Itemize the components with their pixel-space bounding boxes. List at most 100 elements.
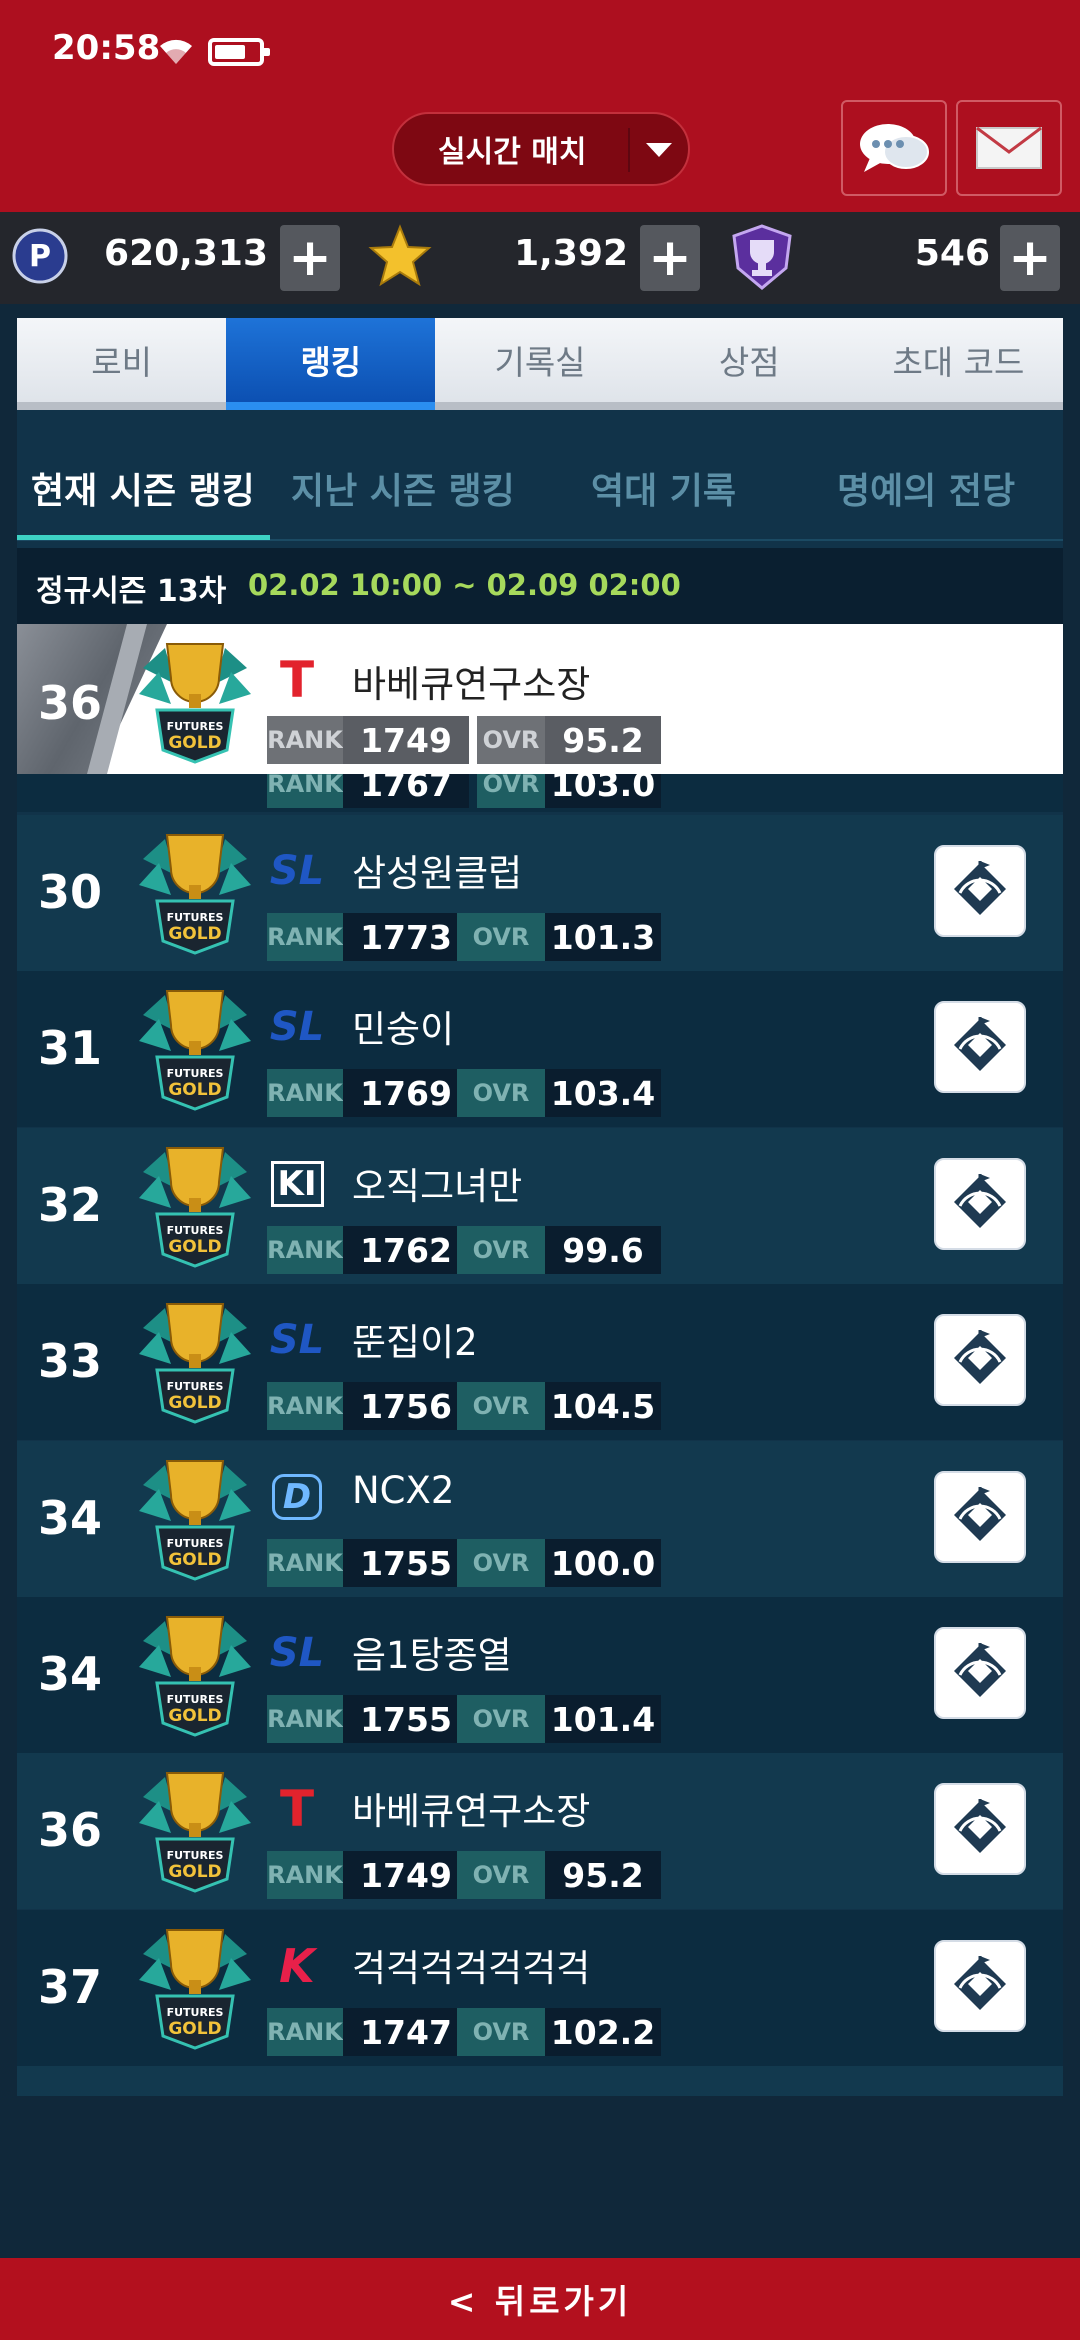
my-ovr-label: OVR xyxy=(477,716,545,764)
view-lineup-button[interactable] xyxy=(934,1940,1026,2032)
tab-shop[interactable]: 상점 xyxy=(644,318,854,410)
rank-place: 37 xyxy=(37,1960,102,2014)
stars-value: 1,392 xyxy=(514,233,628,274)
wifi-icon xyxy=(156,34,196,70)
my-player-name: 바베큐연구소장 xyxy=(352,663,591,706)
svg-text:FUTURES: FUTURES xyxy=(167,911,224,924)
ranking-row[interactable]: 37 FUTURES GOLD K 걱걱걱걱걱걱걱 RANK 1747 OVR 102.2 xyxy=(17,1910,1063,2066)
svg-text:FUTURES: FUTURES xyxy=(167,1224,224,1237)
svg-text:P: P xyxy=(29,239,51,274)
ovr-label: OVR xyxy=(457,1539,545,1587)
add-stars-button[interactable]: + xyxy=(640,225,700,291)
ovr-value: 104.5 xyxy=(545,1382,661,1430)
chevron-down-icon xyxy=(646,143,672,157)
ranking-row[interactable]: 33 FUTURES GOLD SL 뚠집이2 RANK 1756 OVR 104.5 xyxy=(17,1284,1063,1440)
main-tabs: 로비 랭킹 기록실 상점 초대 코드 xyxy=(17,318,1064,410)
chat-button[interactable] xyxy=(841,100,947,196)
view-lineup-button[interactable] xyxy=(934,1158,1026,1250)
ranking-row[interactable]: 34 FUTURES GOLD D NCX2 RANK 1755 OVR 100.0 xyxy=(17,1441,1063,1597)
rank-label: RANK xyxy=(267,1695,343,1743)
rank-value: 1749 xyxy=(343,1851,469,1899)
baseball-field-icon xyxy=(948,1013,1012,1081)
subtab-current-season[interactable]: 현재 시즌 랭킹 xyxy=(31,462,255,514)
svg-text:GOLD: GOLD xyxy=(168,1862,221,1882)
chat-icon xyxy=(860,124,929,172)
my-ovr-value: 95.2 xyxy=(545,716,661,764)
view-lineup-button[interactable] xyxy=(934,1001,1026,1093)
ranking-row[interactable]: 34 FUTURES GOLD SL 음1탕종열 RANK 1755 OVR 101.4 xyxy=(17,1597,1063,1753)
rank-value: 1762 xyxy=(343,1226,469,1274)
svg-text:GOLD: GOLD xyxy=(168,2019,221,2039)
rank-place: 34 xyxy=(37,1647,102,1701)
subtab-all-time[interactable]: 역대 기록 xyxy=(591,462,736,514)
svg-text:FUTURES: FUTURES xyxy=(167,1693,224,1706)
svg-text:GOLD: GOLD xyxy=(168,733,221,753)
rank-value: 1773 xyxy=(343,913,469,961)
ranking-row[interactable]: 31 FUTURES GOLD SL 민숭이 RANK 1769 OVR 103.4 xyxy=(17,971,1063,1127)
baseball-field-icon xyxy=(948,857,1012,925)
svg-text:GOLD: GOLD xyxy=(168,1237,221,1257)
back-button[interactable]: < 뒤로가기 xyxy=(0,2258,1080,2340)
view-lineup-button[interactable] xyxy=(934,845,1026,937)
ovr-value: 100.0 xyxy=(545,1539,661,1587)
p-point-icon: P xyxy=(12,228,68,288)
points-value: 620,313 xyxy=(104,233,268,274)
match-mode-dropdown[interactable]: 실시간 매치 xyxy=(392,112,690,186)
futures-gold-badge-icon: FUTURES GOLD xyxy=(135,638,255,770)
dropdown-separator xyxy=(628,128,630,172)
team-logo-icon: T xyxy=(279,651,315,709)
rank-place: 36 xyxy=(37,1803,102,1857)
my-ranking-row[interactable]: 36 FUTURES GOLD T 바베큐연구소장 RANK 1749 OVR 9… xyxy=(17,624,1063,774)
my-rank-label: RANK xyxy=(267,716,343,764)
match-mode-label: 실시간 매치 xyxy=(438,135,587,170)
add-points-button[interactable]: + xyxy=(280,225,340,291)
view-lineup-button[interactable] xyxy=(934,1314,1026,1406)
ranking-row[interactable]: 32 FUTURES GOLD KI 오직그녀만 RANK 1762 OVR 99.6 xyxy=(17,1128,1063,1284)
view-lineup-button[interactable] xyxy=(934,1627,1026,1719)
subtab-hall-of-fame[interactable]: 명예의 전당 xyxy=(837,462,1015,514)
tab-invite-code[interactable]: 초대 코드 xyxy=(853,318,1064,410)
ovr-label: OVR xyxy=(457,1069,545,1117)
baseball-field-icon xyxy=(948,1639,1012,1707)
player-name: 오직그녀만 xyxy=(352,1165,523,1208)
futures-gold-badge-icon: FUTURES GOLD xyxy=(135,829,255,961)
ovr-label: OVR xyxy=(457,1382,545,1430)
ovr-label: OVR xyxy=(457,913,545,961)
tab-ranking[interactable]: 랭킹 xyxy=(226,318,436,410)
ovr-value: 99.6 xyxy=(545,1226,661,1274)
tab-lobby[interactable]: 로비 xyxy=(17,318,227,410)
add-trophy-button[interactable]: + xyxy=(1000,225,1060,291)
status-time: 20:58 xyxy=(52,28,161,68)
player-name: 삼성원클럽 xyxy=(352,852,523,895)
svg-text:GOLD: GOLD xyxy=(168,1550,221,1570)
baseball-field-icon xyxy=(948,1326,1012,1394)
view-lineup-button[interactable] xyxy=(934,1471,1026,1563)
view-lineup-button[interactable] xyxy=(934,1783,1026,1875)
trophy-value: 546 xyxy=(914,233,990,274)
futures-gold-badge-icon: FUTURES GOLD xyxy=(135,1298,255,1430)
ovr-value: 103.4 xyxy=(545,1069,661,1117)
baseball-field-icon xyxy=(948,1483,1012,1551)
season-dates: 02.02 10:00 ~ 02.09 02:00 xyxy=(248,568,681,602)
trophy-shield-icon xyxy=(730,224,794,294)
tab-records[interactable]: 기록실 xyxy=(435,318,645,410)
team-logo-icon: KI xyxy=(265,1156,329,1212)
subtab-last-season[interactable]: 지난 시즌 랭킹 xyxy=(291,462,515,514)
ovr-value: 101.3 xyxy=(545,913,661,961)
rank-place: 34 xyxy=(37,1491,102,1545)
futures-gold-badge-icon: FUTURES GOLD xyxy=(135,1924,255,2056)
star-icon xyxy=(368,224,432,292)
battery-icon xyxy=(208,38,270,66)
mail-button[interactable] xyxy=(956,100,1062,196)
svg-text:FUTURES: FUTURES xyxy=(167,720,224,733)
ranking-row[interactable]: 36 FUTURES GOLD T 바베큐연구소장 RANK 1749 OVR 95.2 xyxy=(17,1753,1063,1909)
team-logo-icon: T xyxy=(279,1780,315,1838)
rank-label: RANK xyxy=(267,1226,343,1274)
futures-gold-badge-icon: FUTURES GOLD xyxy=(135,1611,255,1743)
rank-value: 1769 xyxy=(343,1069,469,1117)
baseball-field-icon xyxy=(948,1170,1012,1238)
team-logo-icon: SL xyxy=(269,848,325,894)
rank-value: 1747 xyxy=(343,2008,469,2056)
ranking-row[interactable]: 30 FUTURES GOLD SL 삼성원클럽 RANK 1773 OVR 101.3 xyxy=(17,815,1063,971)
svg-text:GOLD: GOLD xyxy=(168,924,221,944)
